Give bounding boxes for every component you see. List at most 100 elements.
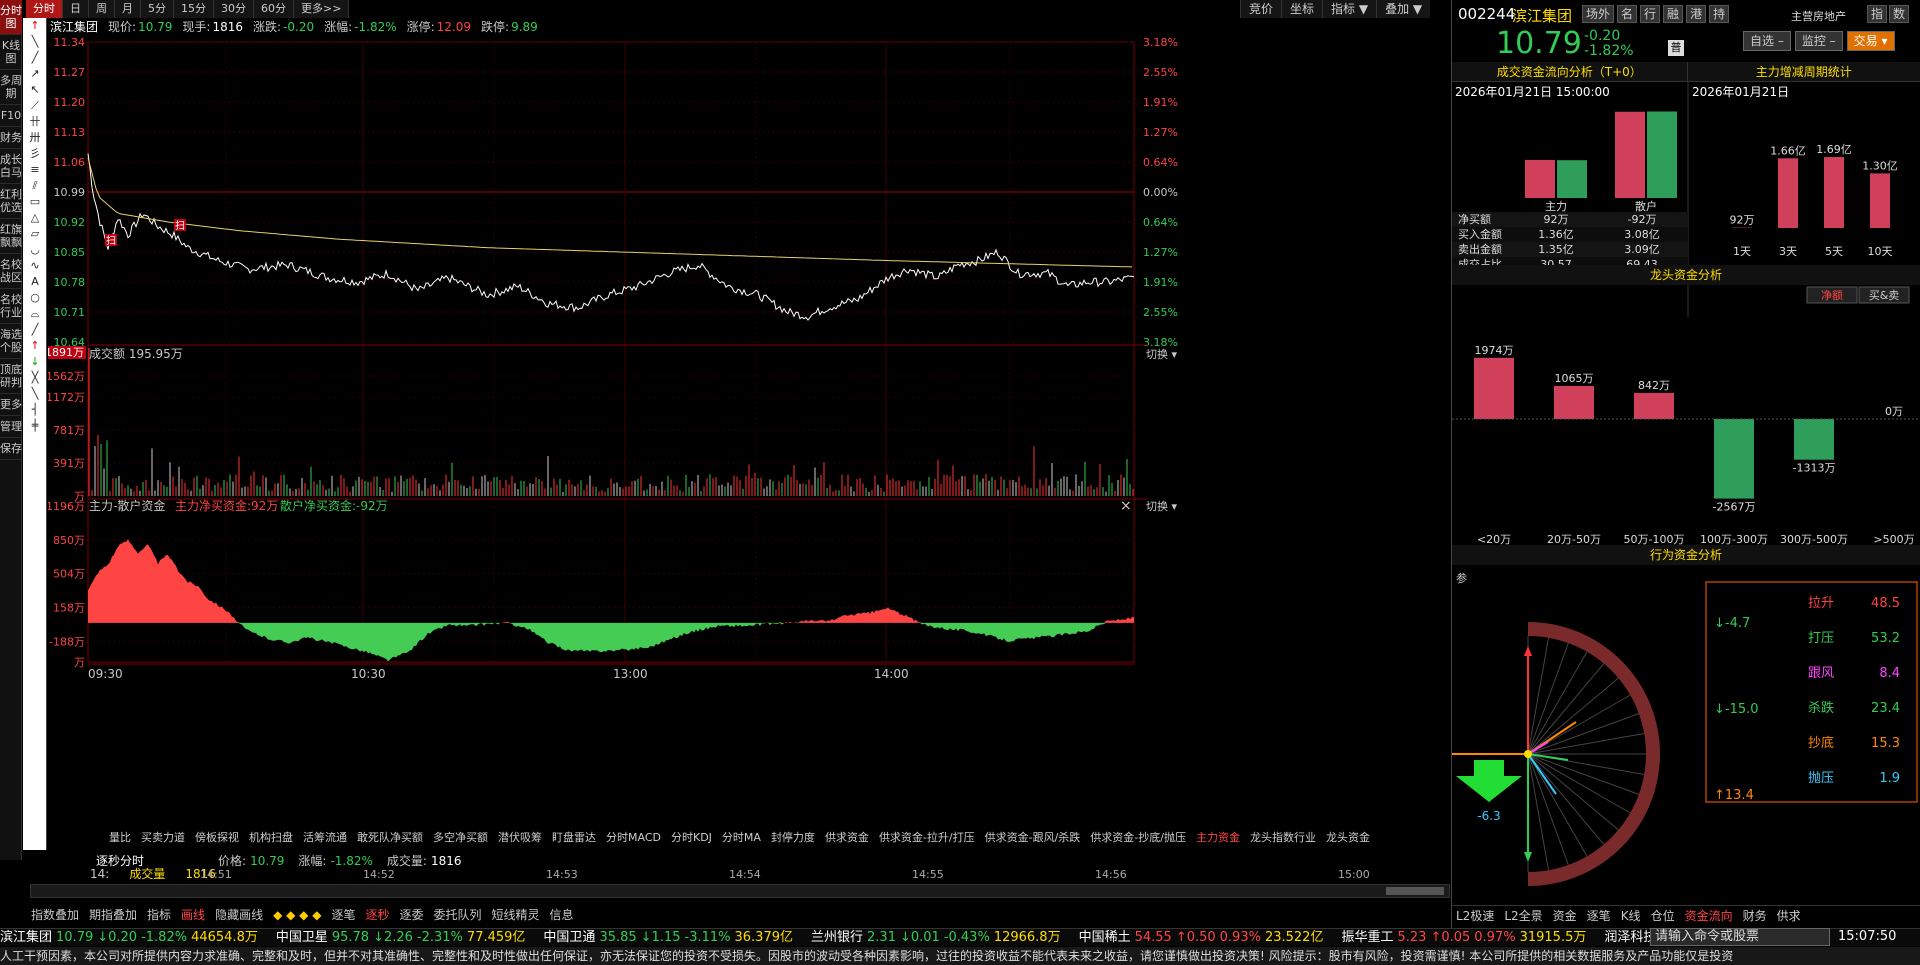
left-nav-item[interactable]: 顶底研判 bbox=[0, 359, 22, 394]
draw-tool-icon[interactable]: ╲ bbox=[23, 386, 47, 402]
left-nav-item[interactable]: 名校战区 bbox=[0, 254, 22, 289]
rp-tag[interactable]: 场外 bbox=[1582, 5, 1615, 23]
dragon-tab[interactable]: 净额 bbox=[1806, 286, 1858, 304]
indicator-tab[interactable]: 敢死队净买额 bbox=[352, 830, 428, 846]
ticker-item[interactable]: 振华重工 5.23 ↑0.05 0.97% 31915.5万 bbox=[1341, 929, 1590, 946]
ticker-item[interactable]: 中国卫通 35.85 ↓1.15 -3.11% 36.379亿 bbox=[543, 929, 797, 946]
rp-bottom-tab[interactable]: K线 bbox=[1616, 906, 1646, 925]
period-tab[interactable]: 日 bbox=[63, 0, 89, 18]
rp-action-button[interactable]: 交易 ▾ bbox=[1846, 31, 1895, 51]
volume-switch[interactable]: 切换 ▾ bbox=[1146, 347, 1177, 361]
period-tab[interactable]: 15分 bbox=[174, 0, 214, 18]
left-nav-item[interactable]: 名校行业 bbox=[0, 289, 22, 324]
bottom-toolbar-item[interactable]: 逐秒 bbox=[360, 906, 394, 924]
draw-tool-icon[interactable]: ↗ bbox=[23, 66, 47, 82]
command-search-input[interactable]: 请输入命令或股票 bbox=[1650, 928, 1830, 946]
chart-option-tab[interactable]: 坐标 bbox=[1281, 0, 1323, 18]
dragon-tab[interactable]: 买&卖 bbox=[1858, 286, 1910, 304]
indicator-tab[interactable]: 龙头资金 bbox=[1321, 830, 1375, 846]
rp-action-button[interactable]: 自选 – bbox=[1743, 31, 1791, 51]
left-nav-item[interactable]: 财务 bbox=[0, 127, 22, 149]
scan-marker[interactable]: 扫 bbox=[174, 219, 186, 232]
bottom-toolbar-item[interactable]: 画线 bbox=[176, 906, 210, 924]
indicator-tab[interactable]: 供求资金-跟风/杀跌 bbox=[980, 830, 1086, 846]
indicator-tab[interactable]: 主力资金 bbox=[1191, 830, 1245, 846]
indicator-tab[interactable]: 机构扫盘 bbox=[244, 830, 298, 846]
draw-tool-icon[interactable]: ╪ bbox=[23, 418, 47, 434]
draw-tool-icon[interactable]: ⌓ bbox=[23, 306, 47, 322]
rp-tag[interactable]: 持 bbox=[1709, 5, 1730, 23]
draw-tool-icon[interactable]: ↑ bbox=[23, 338, 47, 354]
indicator-tab[interactable]: 供求资金-抄底/抛压 bbox=[1085, 830, 1191, 846]
draw-tool-icon[interactable]: ↖ bbox=[23, 82, 47, 98]
bottom-toolbar-item[interactable]: 委托队列 bbox=[428, 906, 486, 924]
draw-tool-icon[interactable]: ○ bbox=[23, 290, 47, 306]
left-nav-item[interactable]: 保存 bbox=[0, 438, 22, 460]
rp-action-button[interactable]: 监控 – bbox=[1794, 31, 1843, 51]
ticker-item[interactable]: 中国卫星 95.78 ↓2.26 -2.31% 77.459亿 bbox=[276, 929, 530, 946]
left-nav-item[interactable]: 更多 bbox=[0, 394, 22, 416]
indicator-tab[interactable]: 多空净买额 bbox=[428, 830, 493, 846]
left-nav-item[interactable]: 多周期 bbox=[0, 70, 22, 105]
period-tab[interactable]: 周 bbox=[89, 0, 115, 18]
indicator-tab[interactable]: 分时KDJ bbox=[666, 830, 717, 846]
left-nav-item[interactable]: K线图 bbox=[0, 35, 22, 70]
draw-tool-icon[interactable]: ╱ bbox=[23, 50, 47, 66]
draw-tool-icon[interactable]: ╳ bbox=[23, 370, 47, 386]
fund-switch[interactable]: 切换 ▾ bbox=[1146, 499, 1177, 513]
indicator-tab[interactable]: 量比 bbox=[104, 830, 136, 846]
indicator-tab[interactable]: 买卖力道 bbox=[136, 830, 190, 846]
horizontal-scrollbar[interactable] bbox=[30, 884, 1450, 898]
bottom-toolbar-item[interactable]: 期指叠加 bbox=[84, 906, 142, 924]
rp-bottom-tab[interactable]: 资金流向 bbox=[1680, 906, 1738, 925]
bottom-toolbar-item[interactable]: 指数叠加 bbox=[26, 906, 84, 924]
rp-tag[interactable]: 融 bbox=[1663, 5, 1684, 23]
left-nav-item[interactable]: 管理 bbox=[0, 416, 22, 438]
indicator-tab[interactable]: 封停力度 bbox=[766, 830, 820, 846]
period-tab[interactable]: 分时 bbox=[26, 0, 63, 18]
chart-option-tab[interactable]: 指标 ▼ bbox=[1322, 0, 1377, 18]
draw-tool-icon[interactable]: 卅 bbox=[23, 130, 47, 146]
draw-tool-icon[interactable]: ↓ bbox=[23, 354, 47, 370]
draw-tool-icon[interactable]: ╱ bbox=[23, 322, 47, 338]
rp-bottom-tab[interactable]: L2全景 bbox=[1499, 906, 1547, 925]
intraday-chart[interactable]: 11.34 3.18% 11.27 2.55% 11.20 1.91% 11.13 1.27%… bbox=[48, 36, 1450, 828]
indicator-tab[interactable]: 龙头指数行业 bbox=[1245, 830, 1321, 846]
draw-tool-icon[interactable]: ⫽ bbox=[23, 178, 47, 194]
rp-tag[interactable]: 港 bbox=[1686, 5, 1707, 23]
bottom-toolbar-item[interactable]: 指标 bbox=[142, 906, 176, 924]
indicator-tab[interactable]: 活筹流通 bbox=[298, 830, 352, 846]
left-nav-item[interactable]: 成长白马 bbox=[0, 149, 22, 184]
left-nav-item[interactable]: 红利优选 bbox=[0, 184, 22, 219]
bottom-toolbar-item[interactable]: 信息 bbox=[545, 906, 579, 924]
indicator-tab[interactable]: 潜伏吸筹 bbox=[493, 830, 547, 846]
rp-tag[interactable]: 行 bbox=[1640, 5, 1661, 23]
left-nav-item[interactable]: F10 bbox=[0, 105, 22, 127]
rp-index-button[interactable]: 指 bbox=[1867, 5, 1888, 23]
rp-bottom-tab[interactable]: L2极速 bbox=[1451, 906, 1499, 925]
draw-tool-icon[interactable]: 彡 bbox=[23, 146, 47, 162]
scan-marker[interactable]: 扫 bbox=[105, 234, 117, 247]
period-tab[interactable]: 5分 bbox=[141, 0, 174, 18]
draw-tool-icon[interactable]: 卄 bbox=[23, 114, 47, 130]
indicator-tab[interactable]: 分时MA bbox=[717, 830, 766, 846]
left-nav-item[interactable]: 红旗飘飘 bbox=[0, 219, 22, 254]
draw-tool-icon[interactable]: ┤ bbox=[23, 402, 47, 418]
ticker-item[interactable]: 中国稀土 54.55 ↑0.50 0.93% 23.522亿 bbox=[1079, 929, 1328, 946]
indicator-tab[interactable]: 傍板探视 bbox=[190, 830, 244, 846]
draw-tool-icon[interactable]: △ bbox=[23, 210, 47, 226]
draw-tool-icon[interactable]: ◡ bbox=[23, 242, 47, 258]
bottom-toolbar-item[interactable]: 逐笔 bbox=[326, 906, 360, 924]
rp-bottom-tab[interactable]: 财务 bbox=[1738, 906, 1772, 925]
rp-bottom-tab[interactable]: 资金 bbox=[1548, 906, 1582, 925]
chart-option-tab[interactable]: 叠加 ▼ bbox=[1376, 0, 1431, 18]
draw-tool-icon[interactable]: ≡ bbox=[23, 162, 47, 178]
draw-tool-icon[interactable]: ⟋ bbox=[23, 98, 47, 114]
draw-tool-icon[interactable]: ╲ bbox=[23, 34, 47, 50]
rp-bottom-tab[interactable]: 仓位 bbox=[1646, 906, 1680, 925]
rp-index-button[interactable]: 数 bbox=[1889, 5, 1910, 23]
draw-tool-icon[interactable]: ▱ bbox=[23, 226, 47, 242]
draw-shape-icon[interactable]: ◆ ◆ ◆ ◆ bbox=[268, 906, 326, 924]
draw-tool-icon[interactable]: A bbox=[23, 274, 47, 290]
chart-option-tab[interactable]: 竞价 bbox=[1240, 0, 1282, 18]
